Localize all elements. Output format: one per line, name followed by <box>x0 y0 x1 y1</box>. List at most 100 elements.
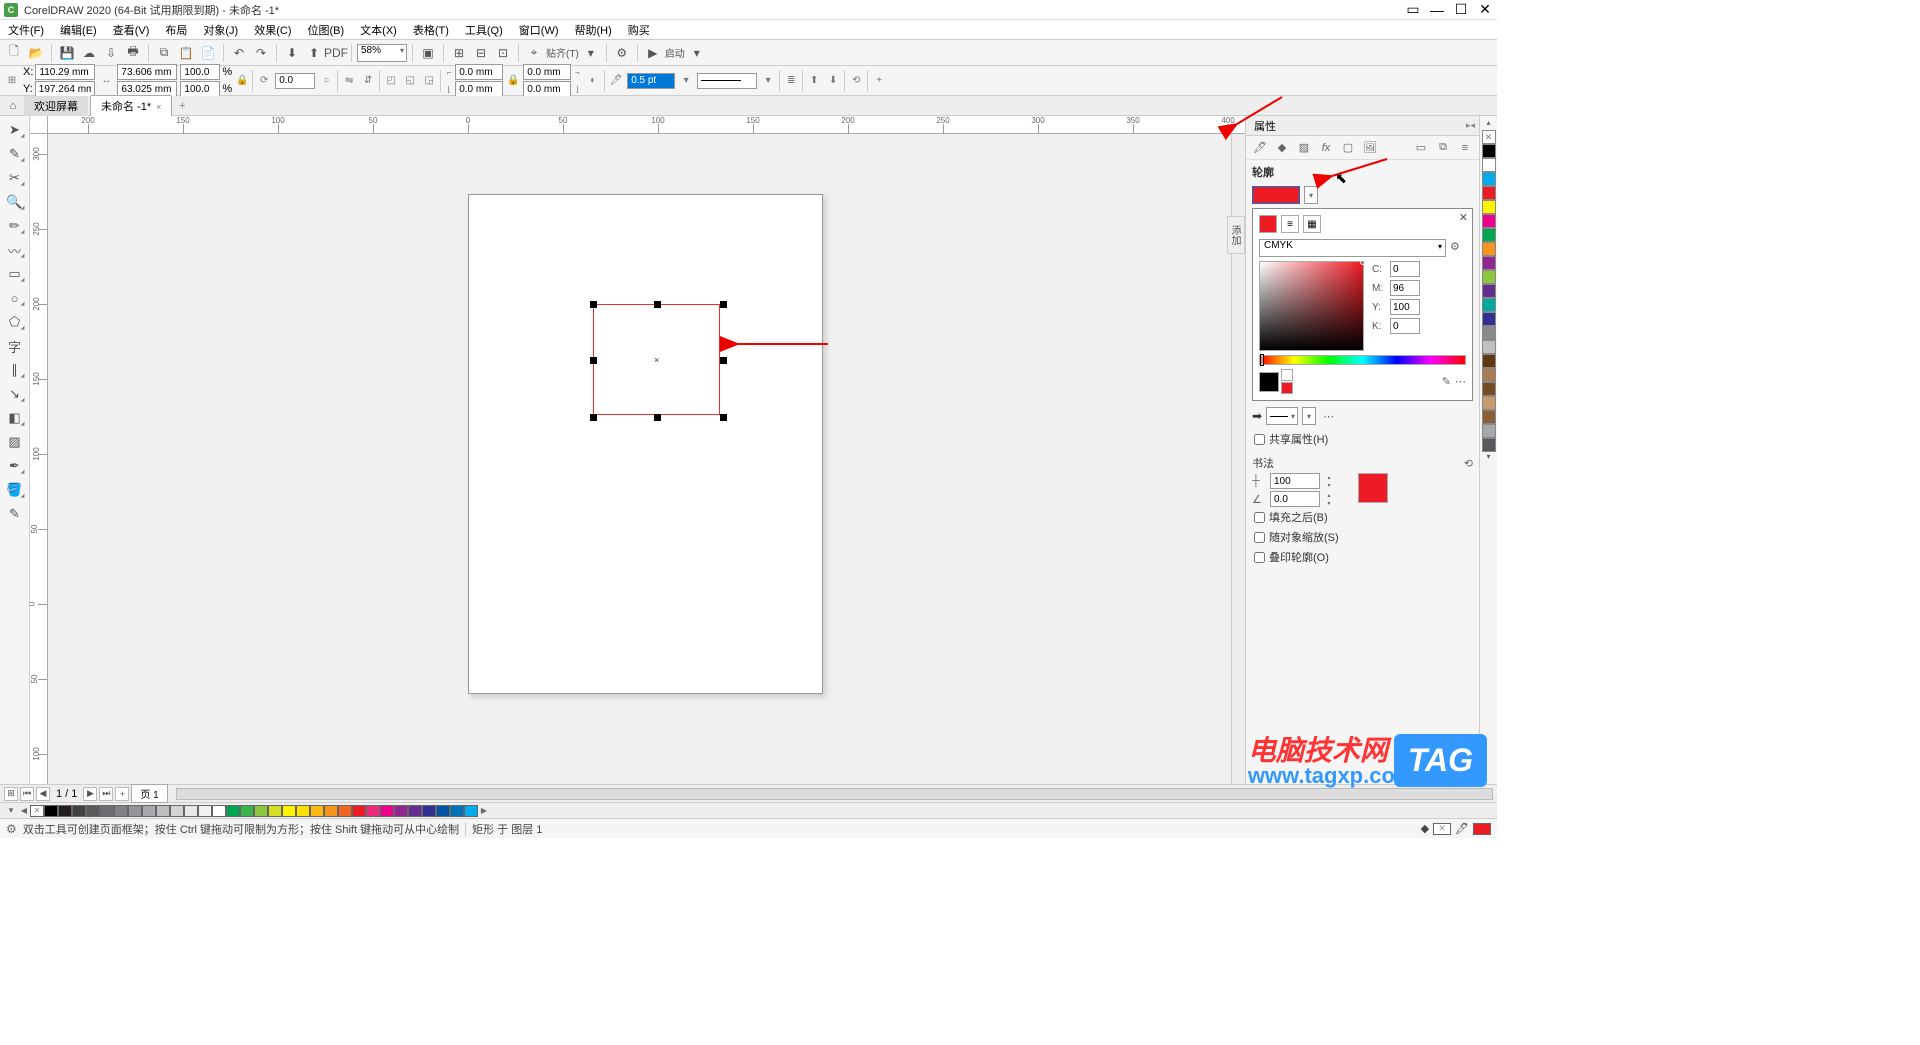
copy-icon[interactable]: ⧉ <box>154 43 174 63</box>
angle-input[interactable] <box>1270 491 1320 507</box>
palette-swatch[interactable] <box>310 805 324 817</box>
palette-swatch[interactable] <box>1482 256 1496 270</box>
mirror-h-icon[interactable]: ⇋ <box>341 73 357 89</box>
palette-menu-icon[interactable]: ▾ <box>4 805 18 816</box>
palette-swatch[interactable] <box>44 805 58 817</box>
menu-effect[interactable]: 效果(C) <box>250 20 295 40</box>
rotate-drop-icon[interactable]: ○ <box>318 73 334 89</box>
color-tab-palette-icon[interactable]: ▦ <box>1303 215 1321 233</box>
palette-swatch[interactable] <box>170 805 184 817</box>
expand-config-icon[interactable]: ⊞ <box>4 787 18 801</box>
palette-left-icon[interactable]: ◀ <box>18 806 30 815</box>
front-icon[interactable]: ⬆ <box>806 73 822 89</box>
popup-close-icon[interactable]: ✕ <box>1459 211 1468 224</box>
pick-tool-icon[interactable]: ➤◢ <box>4 120 26 140</box>
width-input[interactable] <box>117 64 177 80</box>
menu-file[interactable]: 文件(F) <box>4 20 48 40</box>
handle-tr[interactable] <box>720 301 727 308</box>
palette-swatch[interactable] <box>352 805 366 817</box>
back-icon[interactable]: ⬇ <box>825 73 841 89</box>
corner-style-3-icon[interactable]: ◲ <box>421 73 437 89</box>
relative-corner-icon[interactable]: ◐ <box>585 73 601 89</box>
stretch-input[interactable] <box>1270 473 1320 489</box>
import-icon[interactable]: ⬇ <box>282 43 302 63</box>
canvas-background[interactable]: × <box>48 134 1245 784</box>
palette-swatch[interactable] <box>1482 396 1496 410</box>
page-last-icon[interactable]: ⏭ <box>99 787 113 801</box>
lock-ratio-icon[interactable]: 🔒 <box>235 73 249 89</box>
menu-layout[interactable]: 布局 <box>161 20 191 40</box>
menu-buy[interactable]: 购买 <box>624 20 654 40</box>
palette-swatch[interactable] <box>1482 438 1496 452</box>
paste-icon[interactable]: 📋 <box>176 43 196 63</box>
menu-window[interactable]: 窗口(W) <box>515 20 563 40</box>
image-panel-icon[interactable]: 🖼 <box>1362 140 1378 156</box>
palette-up-icon[interactable]: ▴ <box>1486 118 1490 130</box>
fill-panel-icon[interactable]: ◆ <box>1274 140 1290 156</box>
horizontal-scrollbar[interactable] <box>176 788 1493 800</box>
fill-indicator-icon[interactable]: ◆ <box>1421 822 1429 835</box>
menu-text[interactable]: 文本(X) <box>356 20 401 40</box>
launch-icon[interactable]: ▶ <box>643 43 663 63</box>
palette-swatch[interactable] <box>240 805 254 817</box>
fill-swatch[interactable]: ✕ <box>1433 823 1451 835</box>
palette-swatch[interactable] <box>408 805 422 817</box>
hue-slider[interactable] <box>1259 355 1466 365</box>
outline-indicator-icon[interactable]: 🖊 <box>1455 822 1469 835</box>
wrap-text-icon[interactable]: ≣ <box>783 73 799 89</box>
home-tab-icon[interactable]: ⌂ <box>4 98 22 114</box>
no-fill-swatch[interactable] <box>30 805 44 817</box>
palette-swatch[interactable] <box>226 805 240 817</box>
more-options-icon[interactable]: ⋯ <box>1455 375 1466 388</box>
palette-swatch[interactable] <box>1482 410 1496 424</box>
palette-down-icon[interactable]: ▾ <box>1486 452 1490 464</box>
tab-close-icon[interactable]: × <box>156 102 161 112</box>
welcome-tab[interactable]: 欢迎屏幕 <box>24 96 88 116</box>
maximize-icon[interactable]: ☐ <box>1453 3 1469 17</box>
palette-swatch[interactable] <box>100 805 114 817</box>
palette-swatch[interactable] <box>1482 186 1496 200</box>
rotation-input[interactable] <box>275 73 315 89</box>
shadow-tool-icon[interactable]: ◧◢ <box>4 408 26 428</box>
palette-swatch[interactable] <box>1482 158 1496 172</box>
palette-swatch[interactable] <box>422 805 436 817</box>
line-style-combo[interactable] <box>697 73 757 89</box>
palette-swatch[interactable] <box>156 805 170 817</box>
palette-swatch[interactable] <box>1482 368 1496 382</box>
palette-swatch[interactable] <box>1482 326 1496 340</box>
handle-ml[interactable] <box>590 357 597 364</box>
clipboard-icon[interactable]: 📄 <box>198 43 218 63</box>
color-tab-solid-icon[interactable] <box>1259 215 1277 233</box>
color-tab-mixer-icon[interactable]: ≡ <box>1281 215 1299 233</box>
menu-tools[interactable]: 工具(Q) <box>461 20 507 40</box>
palette-swatch[interactable] <box>1482 214 1496 228</box>
mirror-v-icon[interactable]: ⇵ <box>360 73 376 89</box>
outline-color-swatch[interactable] <box>1252 186 1300 204</box>
summary-icon[interactable]: ▭ <box>1413 140 1429 156</box>
corner-br-input[interactable] <box>523 81 571 97</box>
convert-icon[interactable]: ⟲ <box>848 73 864 89</box>
y-input[interactable] <box>1390 299 1420 315</box>
down-arrow-icon-2[interactable]: ▾ <box>1324 499 1334 507</box>
snap-icon[interactable]: ⌖ <box>524 43 544 63</box>
undo-icon[interactable]: ↶ <box>229 43 249 63</box>
handle-br[interactable] <box>720 414 727 421</box>
palette-swatch[interactable] <box>254 805 268 817</box>
palette-swatch[interactable] <box>282 805 296 817</box>
palette-swatch[interactable] <box>436 805 450 817</box>
eyedropper-tool-icon[interactable]: ✒◢ <box>4 456 26 476</box>
x-position-input[interactable] <box>35 64 95 80</box>
fill-tool-icon[interactable]: 🪣◢ <box>4 480 26 500</box>
cloud-down-icon[interactable]: ⇩ <box>101 43 121 63</box>
publish-icon[interactable]: PDF <box>326 43 346 63</box>
palette-swatch[interactable] <box>450 805 464 817</box>
status-settings-icon[interactable]: ⚙ <box>6 822 17 836</box>
outline-swatch[interactable] <box>1473 823 1491 835</box>
corner-style-2-icon[interactable]: ◱ <box>402 73 418 89</box>
zoom-tool-icon[interactable]: 🔍◢ <box>4 192 26 212</box>
help-icon[interactable]: ▭ <box>1405 3 1421 17</box>
side-tab[interactable]: 添加 <box>1227 216 1245 254</box>
palette-swatch[interactable] <box>1482 144 1496 158</box>
selected-rectangle[interactable]: × <box>593 304 720 415</box>
k-input[interactable] <box>1390 318 1420 334</box>
